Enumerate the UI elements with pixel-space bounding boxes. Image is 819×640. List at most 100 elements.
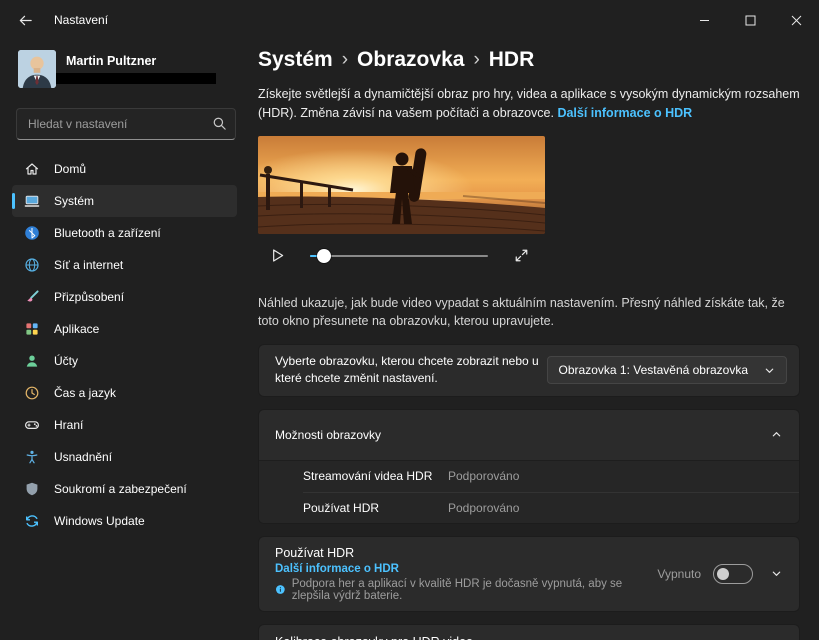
sidebar-item-label: Bluetooth a zařízení <box>54 226 161 240</box>
page-title: HDR <box>489 48 535 72</box>
hdr-learn-more-link[interactable]: Další informace o HDR <box>557 106 692 120</box>
slider-track <box>310 255 488 257</box>
sidebar: Martin Pultzner Domů Systém <box>0 40 250 640</box>
display-options-card: Možnosti obrazovky Streamování videa HDR… <box>258 409 800 524</box>
sidebar-item-label: Účty <box>54 354 78 368</box>
sidebar-item-label: Soukromí a zabezpečení <box>54 482 187 496</box>
sidebar-item-label: Domů <box>54 162 86 176</box>
windows-update-icon <box>24 513 40 529</box>
sidebar-item-apps[interactable]: Aplikace <box>12 313 237 345</box>
option-value: Podporováno <box>448 469 519 483</box>
gaming-icon <box>24 417 40 433</box>
minimize-button[interactable] <box>681 0 727 40</box>
apps-icon <box>24 321 40 337</box>
expand-button[interactable] <box>763 561 789 587</box>
sidebar-item-accounts[interactable]: Účty <box>12 345 237 377</box>
option-row-use-hdr: Používat HDR Podporováno <box>303 492 799 523</box>
info-icon <box>275 583 286 596</box>
sidebar-item-label: Windows Update <box>54 514 145 528</box>
use-hdr-card: Používat HDR Další informace o HDR Podpo… <box>258 536 800 612</box>
hdr-description: Získejte světlejší a dynamičtější obraz … <box>258 85 800 123</box>
collapse-button[interactable] <box>763 635 789 640</box>
sidebar-item-label: Hraní <box>54 418 83 432</box>
display-select-label: Vyberte obrazovku, kterou chcete zobrazi… <box>275 353 547 388</box>
collapse-button[interactable] <box>763 422 789 448</box>
sidebar-item-time-language[interactable]: Čas a jazyk <box>12 377 237 409</box>
search-input[interactable] <box>16 108 236 140</box>
sidebar-item-home[interactable]: Domů <box>12 153 237 185</box>
sidebar-nav: Domů Systém Bluetooth a zařízení Síť a i… <box>0 153 250 537</box>
display-select-value: Obrazovka 1: Vestavěná obrazovka <box>559 363 748 377</box>
display-select-card: Vyberte obrazovku, kterou chcete zobrazi… <box>258 344 800 397</box>
breadcrumb-display[interactable]: Obrazovka <box>357 48 464 72</box>
titlebar: Nastavení <box>0 0 819 40</box>
user-profile[interactable]: Martin Pultzner <box>0 46 250 98</box>
sidebar-item-bluetooth-devices[interactable]: Bluetooth a zařízení <box>12 217 237 249</box>
sidebar-item-accessibility[interactable]: Usnadnění <box>12 441 237 473</box>
sidebar-item-label: Usnadnění <box>54 450 112 464</box>
video-controls <box>258 243 534 269</box>
sidebar-item-label: Přizpůsobení <box>54 290 124 304</box>
display-options-title: Možnosti obrazovky <box>275 428 381 442</box>
preview-note: Náhled ukazuje, jak bude video vypadat s… <box>258 294 800 330</box>
sidebar-item-label: Systém <box>54 194 94 208</box>
use-hdr-learn-more-link[interactable]: Další informace o HDR <box>275 563 657 575</box>
settings-search <box>16 108 236 140</box>
bluetooth-icon <box>24 225 40 241</box>
breadcrumb-system[interactable]: Systém <box>258 48 333 72</box>
breadcrumb-separator: › <box>473 49 479 71</box>
window-controls <box>681 0 819 40</box>
use-hdr-title: Používat HDR <box>275 546 657 560</box>
option-label: Používat HDR <box>303 501 448 515</box>
display-options-content: Streamování videa HDR Podporováno Použív… <box>259 460 799 523</box>
accounts-icon <box>24 353 40 369</box>
accessibility-icon <box>24 449 40 465</box>
user-name: Martin Pultzner <box>66 54 216 68</box>
settings-window: Nastavení Martin Pultzner <box>0 0 819 640</box>
calibration-title: Kalibrace obrazovky pro HDR video <box>275 635 648 640</box>
video-seek-slider[interactable] <box>310 249 488 263</box>
sidebar-item-windows-update[interactable]: Windows Update <box>12 505 237 537</box>
toggle-state-label: Vypnuto <box>657 567 701 581</box>
use-hdr-toggle[interactable] <box>713 564 753 584</box>
option-label: Streamování videa HDR <box>303 469 448 483</box>
use-hdr-note: Podpora her a aplikací v kvalitě HDR je … <box>292 578 658 602</box>
hdr-video-preview <box>258 136 545 234</box>
sidebar-item-label: Síť a internet <box>54 258 123 272</box>
breadcrumb: Systém › Obrazovka › HDR <box>258 48 800 72</box>
display-select-dropdown[interactable]: Obrazovka 1: Vestavěná obrazovka <box>547 356 787 384</box>
sidebar-item-label: Aplikace <box>54 322 99 336</box>
toggle-knob <box>717 568 729 580</box>
search-icon <box>212 116 227 131</box>
sidebar-item-personalization[interactable]: Přizpůsobení <box>12 281 237 313</box>
play-button[interactable] <box>264 243 290 269</box>
network-icon <box>24 257 40 273</box>
display-options-header[interactable]: Možnosti obrazovky <box>259 410 799 460</box>
chevron-down-icon <box>771 568 782 579</box>
fullscreen-button[interactable] <box>508 243 534 269</box>
option-value: Podporováno <box>448 501 519 515</box>
sidebar-item-label: Čas a jazyk <box>54 386 116 400</box>
user-avatar <box>18 50 56 88</box>
hdr-calibration-card: Kalibrace obrazovky pro HDR video Zapnět… <box>258 624 800 640</box>
system-icon <box>24 193 40 209</box>
chevron-down-icon <box>764 365 775 376</box>
maximize-button[interactable] <box>727 0 773 40</box>
window-title: Nastavení <box>54 13 108 27</box>
time-language-icon <box>24 385 40 401</box>
close-button[interactable] <box>773 0 819 40</box>
slider-thumb[interactable] <box>317 249 331 263</box>
personalization-icon <box>24 289 40 305</box>
sidebar-item-network-internet[interactable]: Síť a internet <box>12 249 237 281</box>
privacy-icon <box>24 481 40 497</box>
breadcrumb-separator: › <box>342 49 348 71</box>
sidebar-item-privacy-security[interactable]: Soukromí a zabezpečení <box>12 473 237 505</box>
main-content: Systém › Obrazovka › HDR Získejte světle… <box>250 40 819 640</box>
sidebar-item-gaming[interactable]: Hraní <box>12 409 237 441</box>
user-email-redacted <box>56 73 216 84</box>
sidebar-item-system[interactable]: Systém <box>12 185 237 217</box>
chevron-up-icon <box>771 429 782 440</box>
option-row-hdr-streaming: Streamování videa HDR Podporováno <box>303 461 799 492</box>
back-button[interactable] <box>6 4 44 36</box>
hdr-description-text: Získejte světlejší a dynamičtější obraz … <box>258 87 800 120</box>
